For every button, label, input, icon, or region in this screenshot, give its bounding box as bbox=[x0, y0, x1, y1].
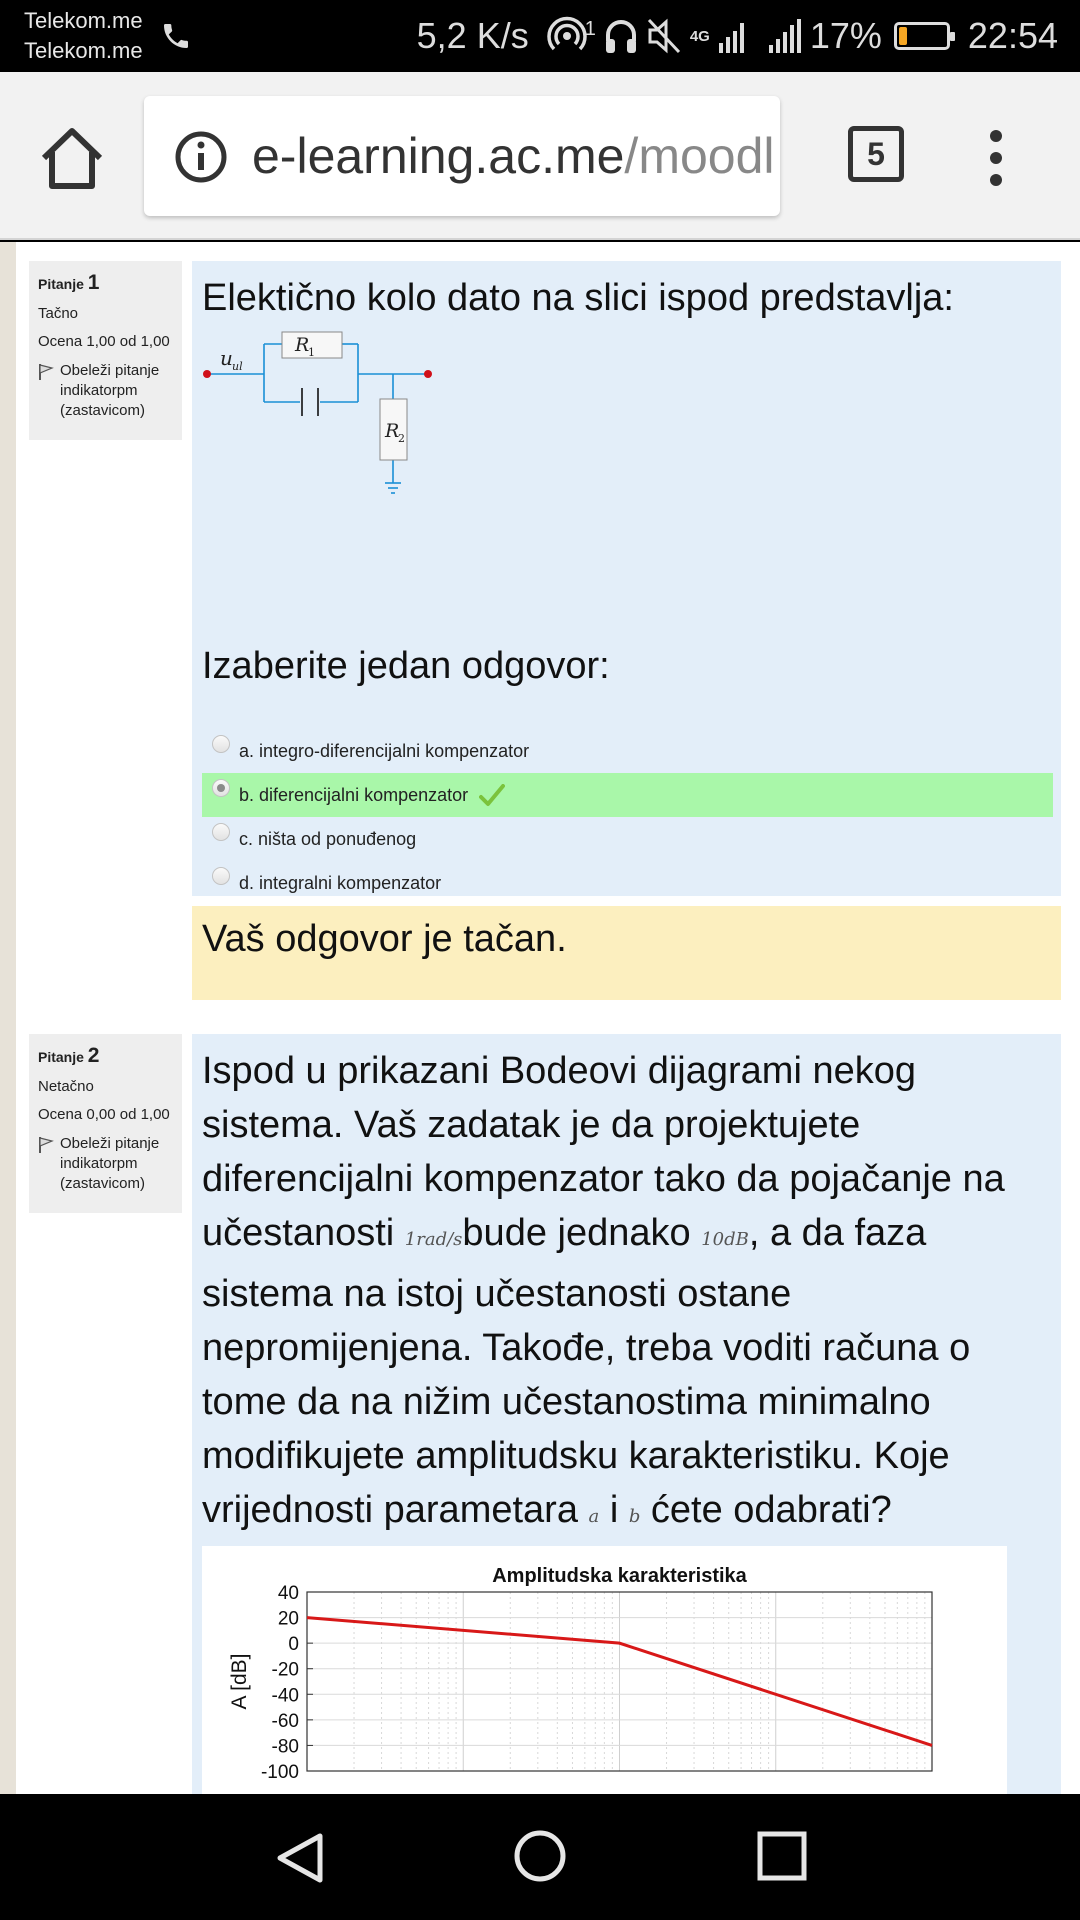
flag-icon bbox=[39, 1137, 54, 1153]
carrier-line-2: Telekom.me bbox=[24, 38, 143, 63]
answer-option-a[interactable]: a. integro-diferencijalni kompenzator bbox=[202, 729, 1053, 773]
y-axis-label: A [dB] bbox=[228, 1653, 251, 1709]
status-bar: Telekom.me Telekom.me 5,2 K/s 1 4G 17% 2… bbox=[0, 0, 1080, 72]
navigation-bar bbox=[0, 1794, 1080, 1920]
math-param-b: b bbox=[628, 1506, 641, 1527]
answer-label-d: d. integralni kompenzator bbox=[239, 873, 442, 893]
question-2-info: Pitanje 2 Netačno Ocena 0,00 od 1,00 Obe… bbox=[29, 1034, 182, 1213]
question-1-state: Tačno bbox=[38, 305, 79, 322]
tab-switcher-button[interactable]: 5 bbox=[848, 126, 904, 182]
carrier-label: Telekom.me Telekom.me bbox=[24, 6, 143, 66]
y-tick-label: 20 bbox=[278, 1609, 299, 1630]
y-tick-label: -100 bbox=[261, 1762, 299, 1783]
question-2-grade: Ocena 0,00 od 1,00 bbox=[38, 1106, 170, 1123]
answer-prompt: Izaberite jedan odgovor: bbox=[202, 645, 610, 687]
math-param-a: a bbox=[588, 1506, 600, 1527]
hotspot-count: 1 bbox=[584, 17, 596, 40]
y-tick-label: -80 bbox=[272, 1736, 299, 1757]
answer-option-b[interactable]: b. diferencijalni kompenzator bbox=[202, 773, 1053, 817]
radio-d[interactable] bbox=[212, 867, 230, 885]
y-tick-label: -40 bbox=[272, 1685, 299, 1706]
question-1-grade: Ocena 1,00 od 1,00 bbox=[38, 333, 170, 350]
answer-label-a: a. integro-diferencijalni kompenzator bbox=[239, 741, 530, 761]
question-2-number: Pitanje 2 bbox=[38, 1044, 100, 1067]
browser-toolbar: e-learning.ac.me/moodl 5 bbox=[0, 72, 1080, 240]
signal-icon-2 bbox=[768, 19, 801, 53]
math-frequency: 1rad/s bbox=[404, 1229, 463, 1250]
signal-icon-1 bbox=[718, 23, 744, 53]
home-nav-icon[interactable] bbox=[512, 1828, 568, 1884]
mute-icon bbox=[647, 18, 680, 54]
battery-percent: 17% bbox=[809, 15, 882, 56]
url-text[interactable]: e-learning.ac.me/moodl bbox=[252, 124, 775, 188]
page-content: Pitanje 1 Tačno Ocena 1,00 od 1,00 Obele… bbox=[0, 242, 1080, 1794]
url-path: /moodl bbox=[624, 128, 775, 184]
chart-title: Amplitudska karakteristika bbox=[492, 1565, 747, 1587]
flag-icon bbox=[39, 364, 54, 380]
question-2-flag-toggle[interactable]: Obeleži pitanje indikatorpm (zastavicom) bbox=[38, 1134, 173, 1194]
network-type: 4G bbox=[689, 27, 710, 45]
network-speed: 5,2 K/s bbox=[416, 15, 529, 56]
question-1-number: Pitanje 1 bbox=[38, 271, 100, 294]
math-gain: 10dB bbox=[701, 1229, 749, 1250]
circuit-r1-subscript: 1 bbox=[308, 346, 315, 359]
url-host: e-learning.ac.me bbox=[252, 128, 625, 184]
question-2-state: Netačno bbox=[38, 1078, 94, 1095]
question-1-content: Elektično kolo dato na slici ispod preds… bbox=[192, 261, 1061, 896]
question-1-info: Pitanje 1 Tačno Ocena 1,00 od 1,00 Obele… bbox=[29, 261, 182, 440]
battery-icon bbox=[893, 22, 955, 50]
radio-a[interactable] bbox=[212, 735, 230, 753]
battery-fill bbox=[898, 27, 907, 45]
checkmark-icon bbox=[479, 784, 506, 807]
flag-label: Obeleži pitanje indikatorpm (zastavicom) bbox=[60, 1135, 160, 1192]
amplitude-chart: Amplitudska karakteristika A [dB] 40 20 0 -20… bbox=[202, 1546, 1007, 1794]
question-1-feedback: Vaš odgovor je tačan. bbox=[192, 906, 1061, 1000]
answer-option-d[interactable]: d. integralni kompenzator bbox=[202, 861, 1053, 905]
carrier-line-1: Telekom.me bbox=[24, 8, 143, 33]
radio-b[interactable] bbox=[212, 779, 230, 797]
y-tick-label: -20 bbox=[272, 1660, 299, 1681]
y-tick-label: 40 bbox=[278, 1583, 299, 1604]
hotspot-icon bbox=[546, 16, 587, 51]
headset-icon bbox=[605, 20, 636, 53]
circuit-input-label: u bbox=[220, 346, 233, 370]
question-1-flag-toggle[interactable]: Obeleži pitanje indikatorpm (zastavicom) bbox=[38, 361, 173, 421]
radio-c[interactable] bbox=[212, 823, 230, 841]
address-bar[interactable]: e-learning.ac.me/moodl bbox=[144, 96, 780, 216]
overflow-menu-icon[interactable] bbox=[976, 122, 1016, 194]
question-2-content: Ispod u prikazani Bodeovi dijagrami neko… bbox=[192, 1034, 1061, 1794]
answer-label-c: c. ništa od ponuđenog bbox=[239, 829, 417, 849]
answer-option-c[interactable]: c. ništa od ponuđenog bbox=[202, 817, 1053, 861]
recents-nav-icon[interactable] bbox=[756, 1830, 808, 1882]
page-left-edge bbox=[0, 242, 16, 1794]
home-icon[interactable] bbox=[36, 122, 108, 194]
info-icon[interactable] bbox=[174, 130, 228, 184]
circuit-diagram: u ul R 1 R 2 bbox=[203, 331, 432, 494]
back-nav-icon[interactable] bbox=[272, 1830, 328, 1886]
question-2-text: Ispod u prikazani Bodeovi dijagrami neko… bbox=[202, 1050, 1005, 1531]
amplitude-chart-svg: Amplitudska karakteristika A [dB] 40 20 0 -20… bbox=[228, 1565, 933, 1783]
phone-call-icon bbox=[164, 24, 188, 48]
y-tick-label: 0 bbox=[288, 1634, 299, 1655]
y-tick-label: -60 bbox=[272, 1711, 299, 1732]
clock: 22:54 bbox=[967, 15, 1058, 56]
circuit-r2-subscript: 2 bbox=[398, 432, 405, 445]
question-1-text: Elektično kolo dato na slici ispod preds… bbox=[202, 277, 954, 319]
flag-label: Obeleži pitanje indikatorpm (zastavicom) bbox=[60, 362, 160, 419]
answer-label-b: b. diferencijalni kompenzator bbox=[239, 773, 506, 817]
circuit-input-subscript: ul bbox=[232, 360, 243, 373]
